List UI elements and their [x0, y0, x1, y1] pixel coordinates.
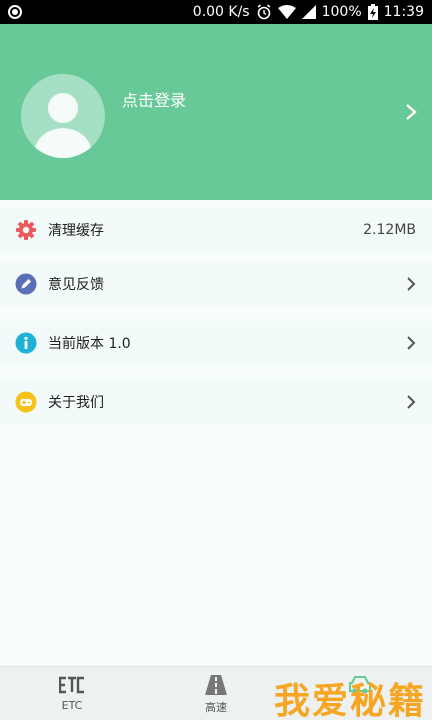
tab-label: ETC [61, 699, 83, 712]
watermark: 我爱秘籍 [273, 681, 426, 720]
cache-size: 2.12MB [363, 222, 416, 238]
menu-item-label: 当前版本 1.0 [48, 336, 131, 352]
info-icon [15, 332, 37, 354]
etc-icon [59, 675, 85, 695]
gamepad-icon [15, 391, 37, 413]
tab-label: 高速 [205, 701, 227, 714]
menu-item-clear-cache[interactable]: 清理缓存 2.12MB [0, 208, 432, 252]
menu-item-version[interactable]: 当前版本 1.0 [0, 321, 432, 365]
wifi-icon [277, 5, 296, 19]
menu-item-label: 关于我们 [48, 395, 104, 411]
menu-item-label: 意见反馈 [48, 277, 104, 293]
highway-icon [204, 675, 228, 695]
clock: 11:39 [383, 4, 424, 20]
alarm-icon [256, 4, 272, 20]
chevron-right-icon [407, 395, 416, 409]
chevron-right-icon [407, 277, 416, 291]
tab-etc[interactable]: ETC [32, 667, 112, 720]
menu-item-feedback[interactable]: 意见反馈 [0, 262, 432, 306]
tab-highway[interactable]: 高速 [176, 667, 256, 720]
battery-charging-icon [367, 4, 378, 20]
avatar[interactable] [21, 74, 105, 158]
chevron-right-icon [407, 336, 416, 350]
signal-icon [301, 5, 316, 19]
battery-percent: 100% [321, 4, 362, 20]
profile-header[interactable]: 点击登录 [0, 24, 432, 200]
gear-icon [15, 219, 37, 241]
user-silhouette-icon [33, 93, 93, 158]
menu-item-label: 清理缓存 [48, 223, 104, 239]
menu-item-about[interactable]: 关于我们 [0, 380, 432, 424]
login-link[interactable]: 点击登录 [122, 87, 186, 111]
pencil-icon [15, 273, 37, 295]
chevron-right-icon[interactable] [404, 102, 418, 122]
network-speed: 0.00 K/s [192, 4, 250, 20]
status-bar: 0.00 K/s 100% 11:39 [0, 0, 432, 24]
notification-dot-icon [8, 5, 22, 19]
